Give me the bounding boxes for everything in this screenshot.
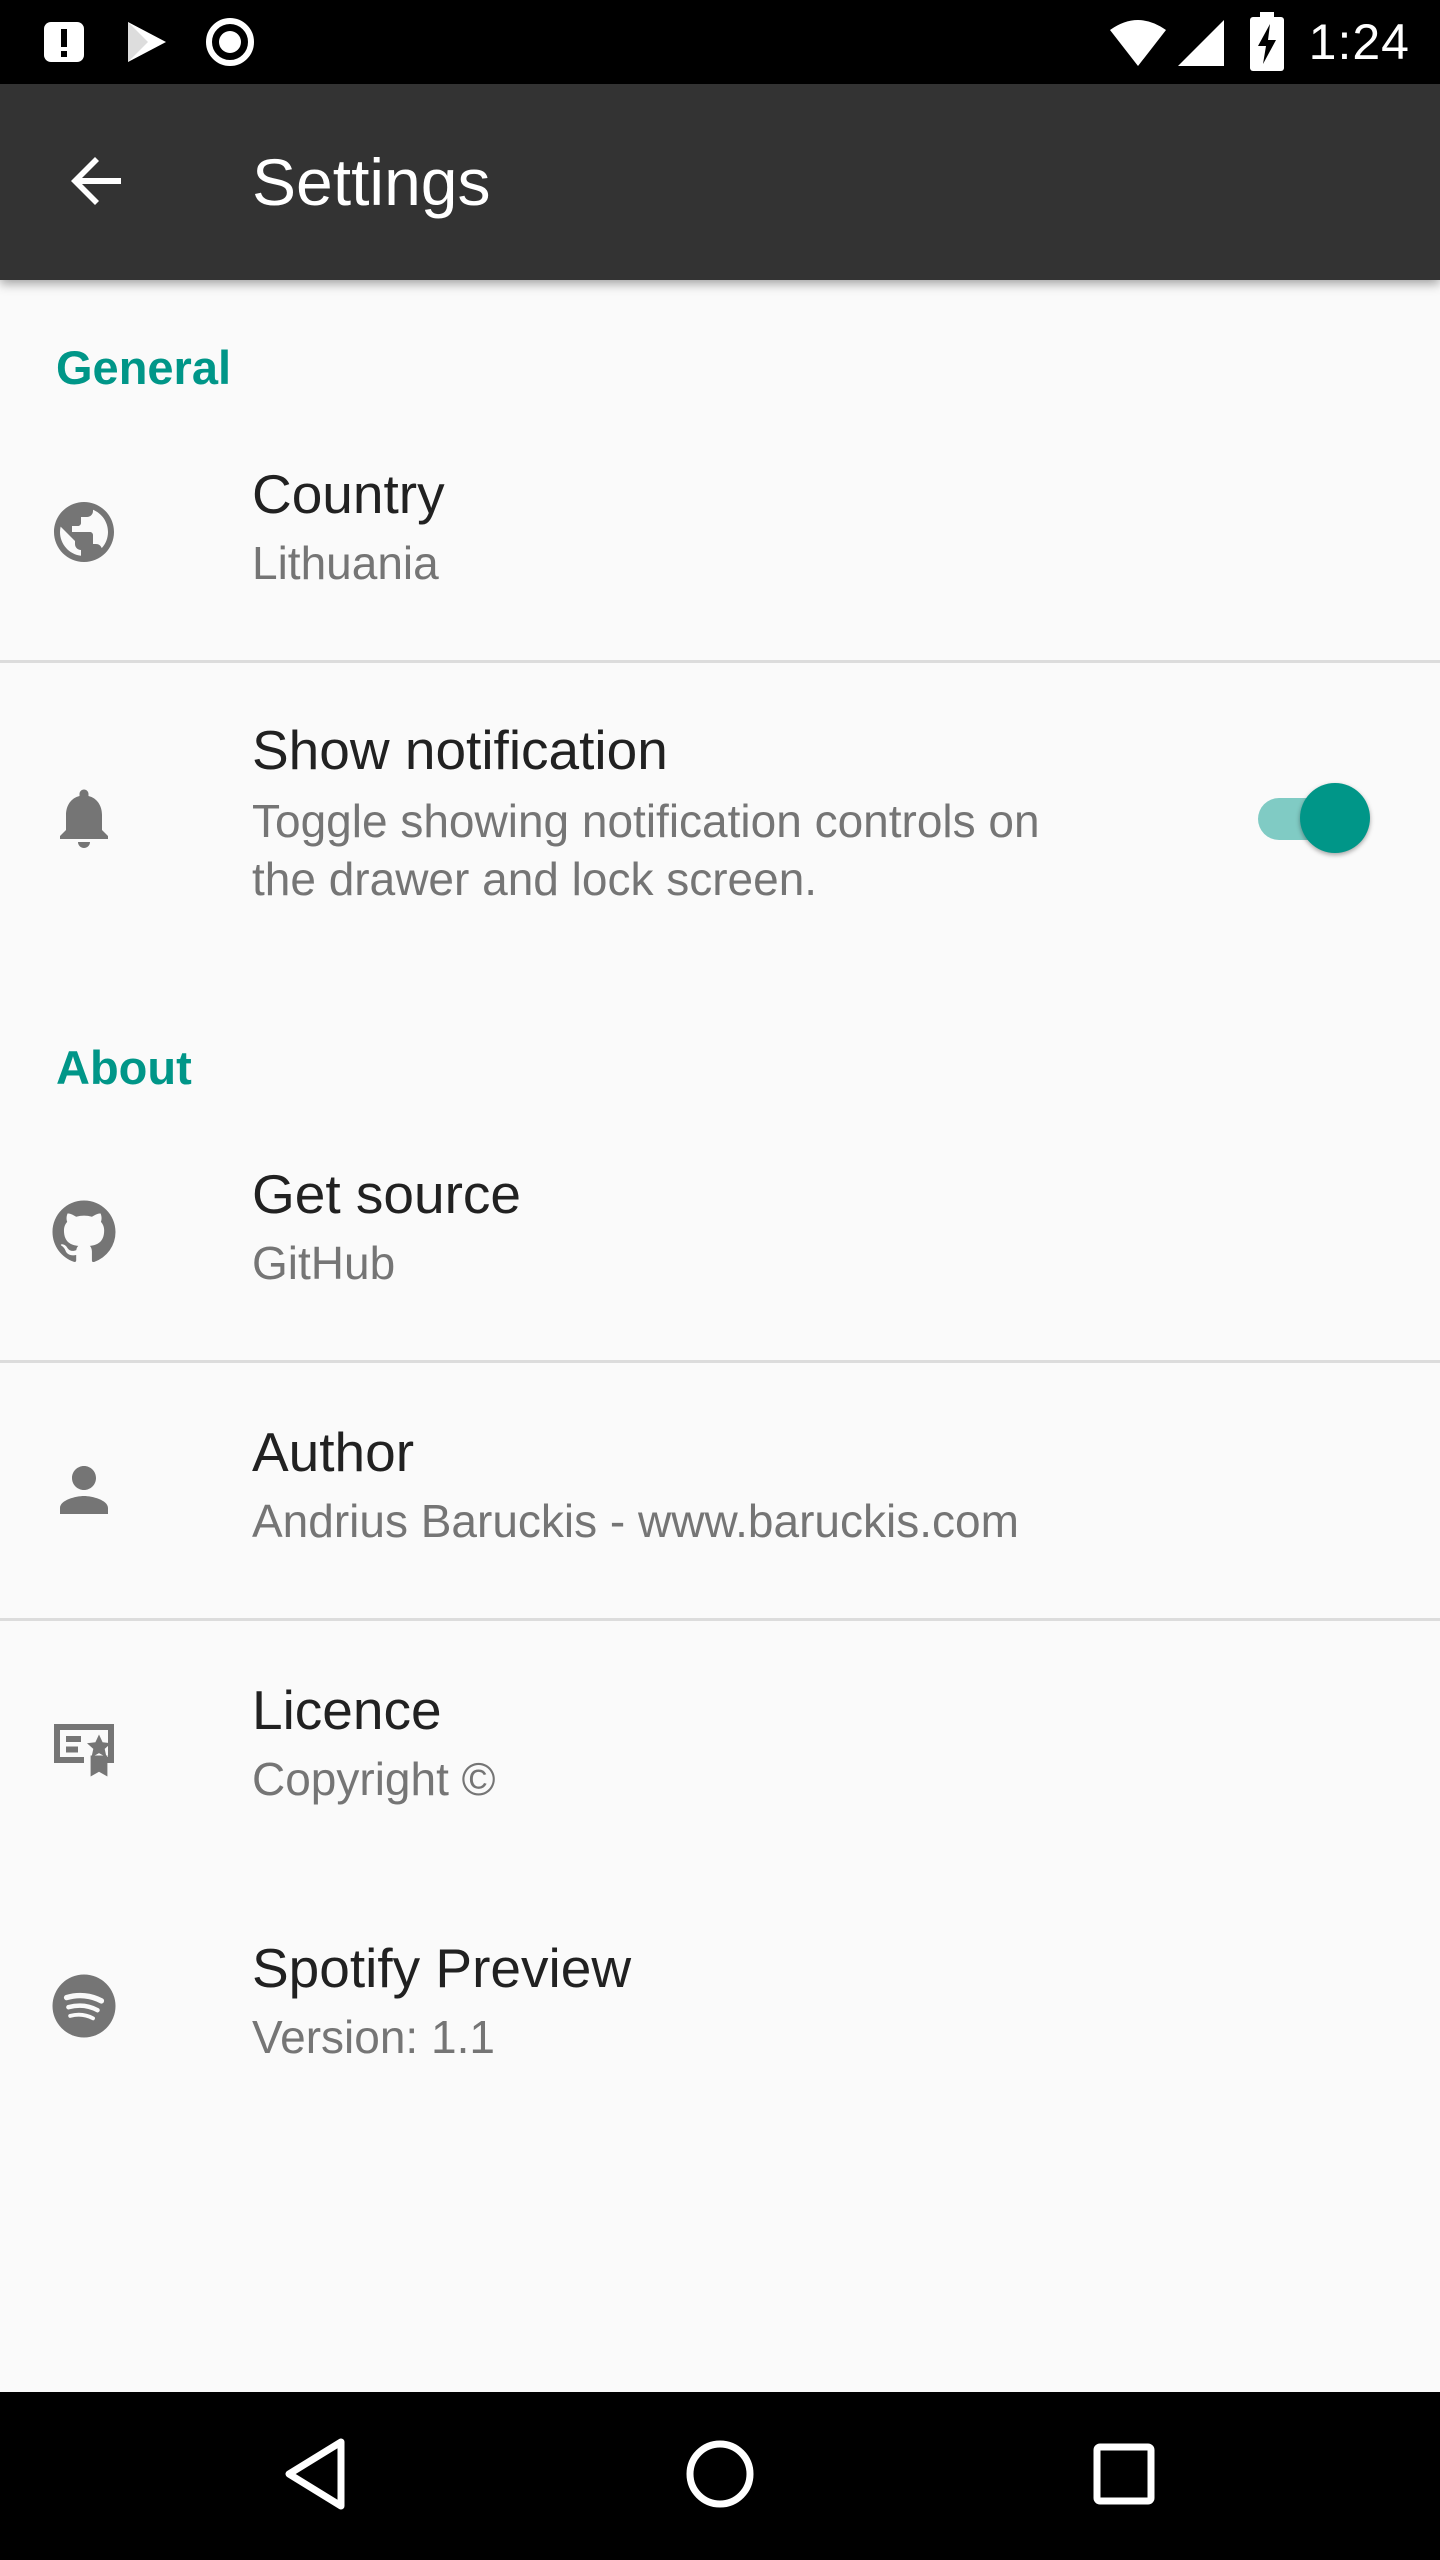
section-header-about: About: [56, 1041, 192, 1094]
arrow-back-icon: [65, 149, 129, 218]
pref-country-summary: Lithuania: [252, 537, 439, 589]
pref-licence[interactable]: Licence Copyright ©: [0, 1676, 1440, 1854]
toggle-thumb: [1300, 783, 1370, 853]
section-header-general: General: [56, 341, 232, 394]
recents-square-icon: [1092, 2442, 1156, 2511]
bell-icon: [46, 780, 122, 856]
navigation-bar: [0, 2392, 1440, 2560]
pref-licence-title: Licence: [252, 1679, 442, 1741]
alert-icon: [42, 20, 86, 69]
pref-app-title: Spotify Preview: [252, 1937, 632, 1999]
pref-author-title: Author: [252, 1421, 415, 1483]
nav-home-button[interactable]: [670, 2426, 770, 2526]
battery-charging-icon: [1248, 12, 1286, 77]
pref-country-title: Country: [252, 463, 445, 525]
cell-signal-icon: [1176, 18, 1226, 73]
play-store-icon: [124, 20, 168, 69]
status-bar: 1:24: [0, 0, 1440, 84]
app-bar: Settings: [0, 84, 1440, 280]
pref-app-summary: Version: 1.1: [252, 2011, 495, 2063]
licence-icon: [46, 1710, 122, 1786]
spotify-icon: [46, 1968, 122, 2044]
pref-country[interactable]: Country Lithuania: [0, 460, 1440, 638]
pref-notification-title: Show notification: [252, 719, 668, 781]
pref-source-summary: GitHub: [252, 1237, 396, 1289]
nav-recents-button[interactable]: [1074, 2426, 1174, 2526]
home-circle-icon: [684, 2438, 756, 2515]
back-triangle-icon: [281, 2436, 351, 2517]
divider: [0, 1618, 1440, 1621]
page-title: Settings: [252, 145, 491, 219]
pref-notification-summary-line2: the drawer and lock screen.: [252, 853, 818, 905]
globe-icon: [46, 494, 122, 570]
github-icon: [46, 1194, 122, 1270]
nav-back-button[interactable]: [266, 2426, 366, 2526]
status-time: 1:24: [1308, 14, 1410, 70]
pref-app-version[interactable]: Spotify Preview Version: 1.1: [0, 1934, 1440, 2112]
pref-show-notification[interactable]: Show notification Toggle showing notific…: [0, 718, 1440, 918]
divider: [0, 660, 1440, 663]
pref-author-summary: Andrius Baruckis - www.baruckis.com: [252, 1495, 1019, 1547]
pref-licence-summary: Copyright ©: [252, 1753, 496, 1805]
wifi-icon: [1108, 18, 1168, 73]
divider: [0, 1360, 1440, 1363]
record-icon: [204, 16, 256, 73]
pref-source-title: Get source: [252, 1163, 522, 1225]
pref-author[interactable]: Author Andrius Baruckis - www.baruckis.c…: [0, 1418, 1440, 1596]
person-icon: [46, 1452, 122, 1528]
pref-notification-summary-line1: Toggle showing notification controls on: [252, 795, 1040, 847]
notification-toggle[interactable]: [1254, 780, 1372, 856]
pref-get-source[interactable]: Get source GitHub: [0, 1160, 1440, 1338]
back-button[interactable]: [52, 138, 142, 228]
